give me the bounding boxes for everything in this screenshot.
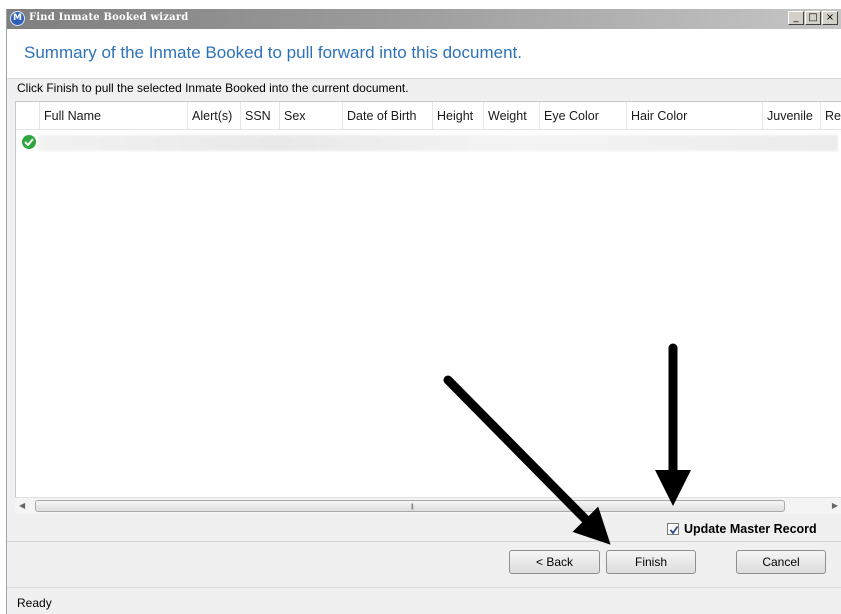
column-header-eye-color[interactable]: Eye Color xyxy=(540,102,627,130)
status-text: Ready xyxy=(17,596,52,610)
column-header-full-name[interactable]: Full Name xyxy=(40,102,188,130)
column-header-height[interactable]: Height xyxy=(433,102,484,130)
column-header-date-of-birth[interactable]: Date of Birth xyxy=(343,102,433,130)
column-header-re[interactable]: Re xyxy=(821,102,841,130)
redacted-row-content xyxy=(38,135,838,151)
window-controls: _ □ × xyxy=(788,11,838,25)
title-bar[interactable]: M Find Inmate Booked wizard _ □ × xyxy=(7,9,841,29)
results-grid[interactable]: Full Name Alert(s) SSN Sex Date of Birth… xyxy=(15,101,841,514)
back-button[interactable]: < Back xyxy=(509,550,600,574)
column-header-hair-color[interactable]: Hair Color xyxy=(627,102,763,130)
update-master-record-label[interactable]: Update Master Record xyxy=(684,522,817,536)
update-master-record-checkbox[interactable] xyxy=(667,523,679,535)
status-bar: Ready xyxy=(7,587,841,614)
grip-icon: ||| xyxy=(411,504,414,510)
check-circle-icon xyxy=(22,135,36,149)
table-row[interactable] xyxy=(16,131,841,153)
grid-header: Full Name Alert(s) SSN Sex Date of Birth… xyxy=(16,102,841,130)
horizontal-scrollbar[interactable]: ◀ ||| ▶ xyxy=(15,497,841,514)
wizard-window: M Find Inmate Booked wizard _ □ × Summar… xyxy=(6,9,841,614)
wizard-header: Summary of the Inmate Booked to pull for… xyxy=(7,29,841,79)
scroll-right-arrow-icon[interactable]: ▶ xyxy=(832,501,838,510)
scroll-thumb[interactable]: ||| xyxy=(35,500,785,512)
finish-button[interactable]: Finish xyxy=(606,550,696,574)
maximize-button[interactable]: □ xyxy=(805,11,821,25)
scroll-left-arrow-icon[interactable]: ◀ xyxy=(19,501,25,510)
minimize-button[interactable]: _ xyxy=(788,11,804,25)
cancel-button[interactable]: Cancel xyxy=(736,550,826,574)
instruction-text: Click Finish to pull the selected Inmate… xyxy=(17,81,409,95)
close-button[interactable]: × xyxy=(822,11,838,25)
column-header-select xyxy=(16,102,40,130)
page-title: Summary of the Inmate Booked to pull for… xyxy=(24,43,522,62)
column-header-alerts[interactable]: Alert(s) xyxy=(188,102,241,130)
column-header-weight[interactable]: Weight xyxy=(484,102,540,130)
column-header-sex[interactable]: Sex xyxy=(280,102,343,130)
column-header-ssn[interactable]: SSN xyxy=(241,102,280,130)
update-master-record-option[interactable]: Update Master Record xyxy=(667,522,817,536)
divider xyxy=(7,541,841,542)
window-title: Find Inmate Booked wizard xyxy=(29,12,189,23)
column-header-juvenile[interactable]: Juvenile xyxy=(763,102,821,130)
app-logo-icon: M xyxy=(10,11,25,26)
